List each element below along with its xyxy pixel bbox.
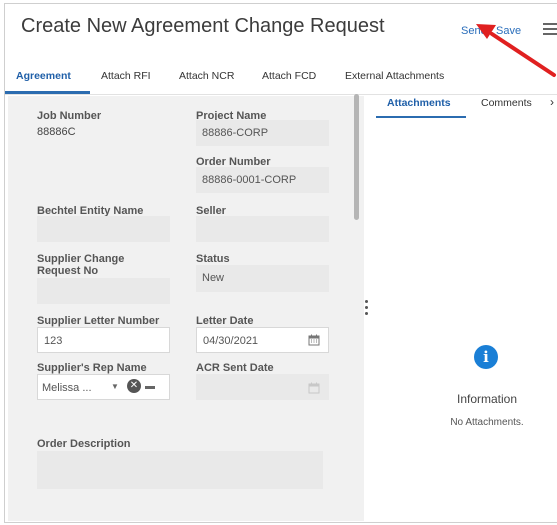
status-field: New — [196, 265, 329, 292]
order-description-label: Order Description — [37, 438, 131, 450]
page-title: Create New Agreement Change Request — [21, 15, 385, 37]
supplier-letter-number-input[interactable]: 123 — [37, 327, 170, 353]
job-number-value: 88886C — [37, 126, 76, 138]
suppliers-rep-name-value: Melissa ... — [42, 382, 92, 394]
project-name-field: 88886-CORP — [196, 120, 329, 146]
clear-icon[interactable]: ✕ — [127, 379, 141, 393]
active-tab-indicator — [5, 91, 90, 94]
job-number-label: Job Number — [37, 110, 102, 122]
calendar-icon[interactable] — [308, 334, 320, 346]
tab-comments[interactable]: Comments — [481, 97, 532, 109]
annotation-arrow-icon — [476, 24, 556, 77]
form-scrollbar[interactable] — [354, 94, 359, 220]
letter-date-value: 04/30/2021 — [203, 335, 259, 347]
supplier-change-request-label-line2: Request No — [37, 265, 99, 277]
info-message: No Attachments. — [450, 417, 524, 428]
bechtel-entity-name-field — [37, 216, 170, 242]
supplier-change-request-field — [37, 278, 170, 304]
order-number-field: 88886-0001-CORP — [196, 167, 329, 193]
tab-attach-rfi[interactable]: Attach RFI — [101, 70, 151, 82]
info-title: Information — [456, 392, 518, 406]
tab-external-attachments[interactable]: External Attachments — [345, 70, 444, 82]
calendar-disabled-icon — [308, 382, 320, 394]
chevron-right-icon[interactable]: › — [550, 95, 554, 109]
seller-field — [196, 216, 329, 242]
contact-card-icon[interactable]: ▬ — [145, 381, 155, 392]
suppliers-rep-name-select[interactable]: Melissa ... ▼ ✕ ▬ — [37, 374, 170, 400]
panel-splitter-handle[interactable] — [364, 300, 370, 326]
tab-attach-fcd[interactable]: Attach FCD — [262, 70, 316, 82]
info-icon: i — [474, 345, 498, 369]
letter-date-input[interactable]: 04/30/2021 — [196, 327, 329, 353]
chevron-down-icon[interactable]: ▼ — [111, 382, 119, 391]
side-panel-active-indicator — [376, 116, 466, 118]
agreement-form: Job Number 88886C Project Name 88886-COR… — [8, 96, 364, 521]
order-description-field — [37, 451, 323, 489]
side-panel-tabs: Attachments Comments › — [370, 90, 554, 118]
tab-agreement[interactable]: Agreement — [16, 70, 71, 82]
tab-attachments[interactable]: Attachments — [387, 97, 451, 109]
tab-attach-ncr[interactable]: Attach NCR — [179, 70, 234, 82]
